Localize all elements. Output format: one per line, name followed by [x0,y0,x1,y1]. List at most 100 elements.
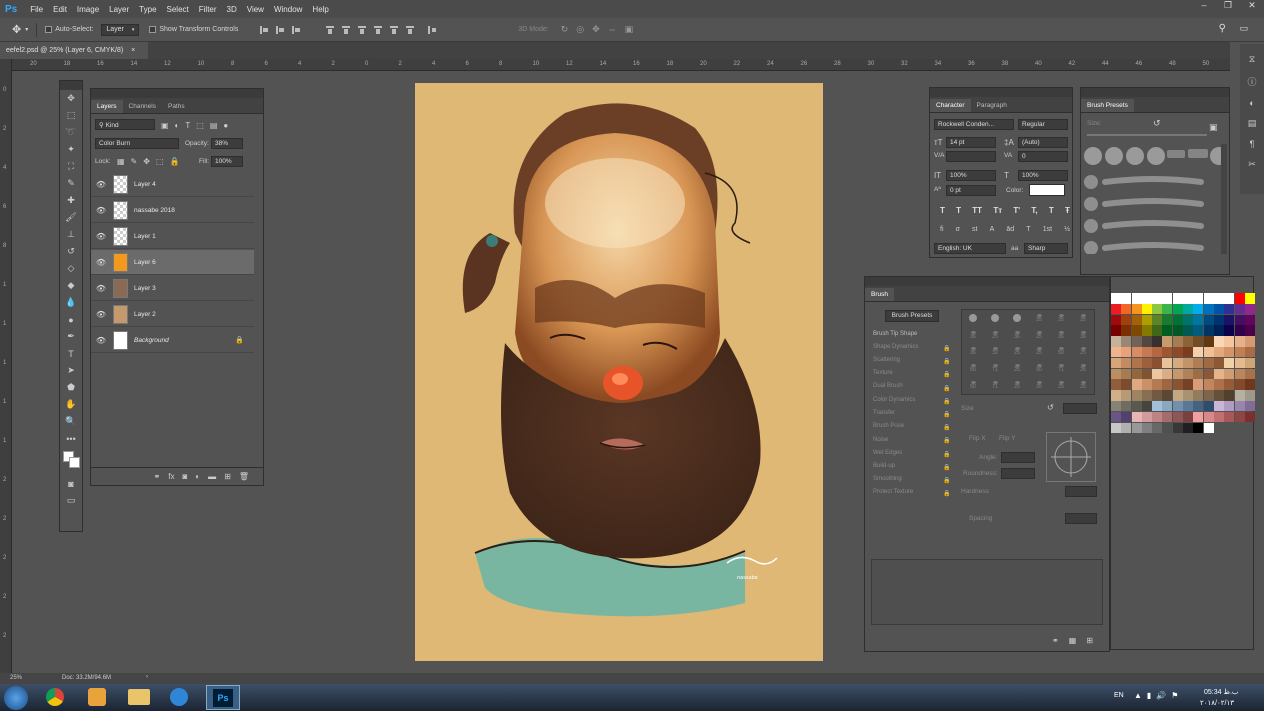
clone-stamp-icon[interactable]: ⊥ [60,226,82,243]
color-swatch[interactable] [1111,411,1121,423]
color-swatch[interactable] [1183,390,1194,401]
menu-file[interactable]: File [25,5,48,14]
color-swatch[interactable] [1244,390,1255,401]
color-swatch[interactable] [1162,314,1173,326]
color-swatch[interactable] [1183,325,1194,336]
color-swatch[interactable] [1213,336,1224,347]
hardness-field[interactable] [1065,486,1097,497]
angle-field[interactable] [1001,452,1035,463]
color-swatch[interactable] [1193,379,1204,390]
tray-icons[interactable]: ▲▮🔊⚑ [1134,691,1183,700]
color-swatch[interactable] [1162,400,1173,412]
color-swatch[interactable] [1244,293,1255,304]
document-canvas[interactable]: nassabe [415,83,823,661]
brush-option[interactable]: Color Dynamics [873,397,915,403]
baseline-field[interactable]: 0 pt [946,185,996,196]
color-swatch[interactable] [1141,293,1152,304]
brush-angle-preview[interactable] [1046,432,1096,482]
layer-row[interactable]: 👁 Layer 2 [91,302,254,327]
color-swatch[interactable] [1121,303,1132,315]
vertical-scale-field[interactable]: 100% [946,170,996,181]
tab-brush[interactable]: Brush [865,288,894,301]
font-size-field[interactable]: 14 pt [946,137,996,148]
faux-italic-button[interactable]: T [956,206,961,215]
color-swatch[interactable] [1162,293,1173,304]
menu-edit[interactable]: Edit [48,5,72,14]
brush-tip-cell[interactable]: 25 [1028,327,1050,344]
color-swatch[interactable] [1172,411,1183,423]
adjustment-icon[interactable]: ◐ [195,472,200,481]
screen-mode-icon[interactable]: ▭ [60,492,82,509]
history-icon[interactable]: ⧖ [1249,54,1255,65]
color-swatch[interactable] [1141,422,1152,434]
color-swatch[interactable] [1234,336,1245,347]
visibility-eye-icon[interactable]: 👁 [91,232,111,241]
color-swatch[interactable] [1141,336,1152,347]
color-swatch[interactable] [1111,368,1121,380]
color-swatch[interactable] [1244,357,1255,369]
brush-tip-cell[interactable]: 36 [962,327,984,344]
text-color-swatch[interactable] [1029,184,1065,196]
color-swatch[interactable] [1193,411,1204,423]
brush-option[interactable]: Smoothing [873,476,902,482]
shape-tool-icon[interactable]: ⬟ [60,379,82,396]
color-swatch[interactable] [1131,368,1142,380]
color-swatch[interactable] [1193,368,1204,380]
tool-presets-icon[interactable]: ✂ [1248,159,1256,170]
color-swatch[interactable] [1152,368,1163,380]
text-style-buttons[interactable]: T T TT Tт T' T, T Ŧ [940,206,1070,215]
swash-button[interactable]: A [990,226,995,233]
color-swatch[interactable] [1244,314,1255,326]
chrome-icon[interactable] [46,688,64,706]
brush-option[interactable]: Brush Pose [873,423,904,429]
color-swatch[interactable] [1234,303,1245,315]
color-swatch[interactable] [1224,411,1235,423]
color-swatch[interactable] [1111,293,1121,304]
color-swatch[interactable] [1244,325,1255,336]
move-tool-icon[interactable]: ✥ [60,90,82,107]
quick-mask-icon[interactable]: ◙ [60,475,82,492]
color-swatch[interactable] [1203,325,1214,336]
color-swatch[interactable] [1121,293,1132,304]
menu-help[interactable]: Help [307,5,333,14]
color-swatch[interactable] [1152,346,1163,358]
brush-tip-cell[interactable]: 32 [984,344,1006,361]
color-swatch[interactable] [1213,314,1224,326]
brush-option[interactable]: Dual Brush [873,383,903,389]
color-swatch[interactable] [1224,346,1235,358]
color-swatch[interactable] [1172,314,1183,326]
brush-preset-thumbnails[interactable] [1083,144,1225,254]
color-swatch[interactable] [1172,379,1183,390]
move-tool-icon[interactable]: ✥ [12,23,21,36]
color-swatch[interactable] [1234,368,1245,380]
color-swatch[interactable] [1234,357,1245,369]
filter-icons[interactable]: ▣◐T⬚▤● [161,121,234,130]
visibility-eye-icon[interactable]: 👁 [91,258,111,267]
more-tools-icon[interactable]: ••• [60,430,82,447]
color-swatch[interactable] [1193,325,1204,336]
color-swatch[interactable] [1234,293,1245,304]
fill-field[interactable]: 100% [211,156,243,167]
new-layer-icon[interactable]: ⊞ [224,472,231,481]
tab-channels[interactable]: Channels [123,100,162,113]
workspace-icon[interactable]: ▭ [1239,23,1248,34]
opentype-buttons[interactable]: fi σ st A ād T 1st ½ [940,226,1070,233]
folder-icon[interactable]: ▬ [208,472,216,481]
brush-option[interactable]: Protect Texture [873,489,913,495]
explorer-icon[interactable] [128,689,150,705]
trash-icon[interactable]: 🗑 [239,472,249,481]
brush-option[interactable]: Shape Dynamics [873,344,918,350]
color-swatch[interactable] [1244,411,1255,423]
color-swatch[interactable] [1121,368,1132,380]
color-swatch[interactable] [1152,314,1163,326]
info-icon[interactable]: ⓘ [1247,75,1256,88]
properties-icon[interactable]: ▤ [1248,118,1257,129]
language-dropdown[interactable]: English: UK [934,243,1006,254]
ligature-button[interactable]: fi [940,226,944,233]
color-swatch[interactable] [1162,368,1173,380]
paragraph-styles-icon[interactable]: ¶ [1250,139,1255,149]
color-swatch[interactable] [1162,303,1173,315]
brush-tip-cell[interactable] [962,310,984,327]
color-swatch[interactable] [1111,346,1121,358]
opacity-field[interactable]: 38% [211,138,243,149]
